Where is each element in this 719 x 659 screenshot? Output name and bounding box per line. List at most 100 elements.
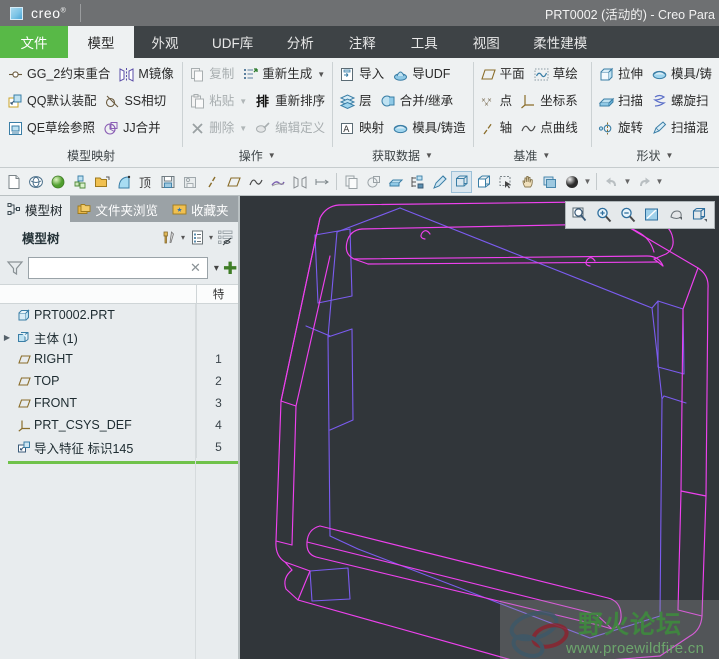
tree-filter-toggle-button[interactable] [217,229,234,246]
ribbon-item-coordinate-system[interactable]: 坐标系 [517,89,581,113]
ribbon-item-revolve[interactable]: 旋转 [595,116,646,140]
tab-udf-library[interactable]: UDF库 [196,26,269,58]
ribbon-group-label[interactable]: 操作 ▼ [186,146,328,167]
ribbon-item-mirror[interactable]: M镜像 [115,62,176,86]
merge2-icon[interactable] [363,171,384,193]
ribbon-item-extrude[interactable]: 拉伸 [595,62,646,86]
chevron-down-icon[interactable]: ▼ [664,151,674,160]
chevron-down-icon[interactable]: ▼ [237,124,247,133]
undo-icon[interactable] [601,171,622,193]
wireframe-icon[interactable] [451,170,472,193]
tree-item-datum-front[interactable]: FRONT 3 [0,392,240,414]
nav-tab-folder-browser[interactable]: 文件夹浏览 [70,196,166,222]
ribbon-item-datum-plane[interactable]: 平面 [477,62,528,86]
ribbon-item-merge[interactable]: JJ合并 [100,116,164,140]
display-style-icon[interactable] [689,204,711,226]
ribbon-group-label[interactable]: 获取数据 ▼ [336,146,469,167]
tree-settings-button[interactable]: ▾ [161,229,185,246]
tab-appearance[interactable]: 外观 [134,26,196,58]
ribbon-item-delete[interactable]: 删除 ▼ [186,116,250,140]
refit-icon[interactable] [641,204,663,226]
point-display-icon[interactable] [267,171,288,193]
shading-sphere-icon[interactable] [561,171,582,193]
tree-item-import-feature[interactable]: 导入特征 标识145 5 [0,436,240,458]
ribbon-item-edit-definition[interactable]: 编辑定义 [252,116,328,140]
tab-file[interactable]: 文件 [0,26,68,58]
tree-item-body[interactable]: ▶ 主体 (1) [0,326,240,348]
open-folder-icon[interactable] [91,171,112,193]
layer-tree-icon[interactable] [407,171,428,193]
tab-view[interactable]: 视图 [455,26,517,58]
tree-item-datum-top[interactable]: TOP 2 [0,370,240,392]
nav-tab-model-tree[interactable]: 模型树 [0,196,70,222]
tab-tools[interactable]: 工具 [393,26,455,58]
tab-flexible-modeling[interactable]: 柔性建模 [517,26,603,58]
ribbon-item-udf[interactable]: 导UDF [389,62,453,86]
chevron-down-icon[interactable]: ▾ [212,263,219,274]
graphics-viewport[interactable]: 野火论坛 www.proewildfire.cn [240,196,719,659]
tree-item-datum-right[interactable]: RIGHT 1 [0,348,240,370]
ribbon-item-sketch[interactable]: 草绘 [530,62,581,86]
shade-surface-icon[interactable] [113,171,134,193]
ribbon-item-tangent[interactable]: SS相切 [101,89,169,113]
shading-style-icon[interactable] [665,204,687,226]
nav-tab-favorites[interactable]: 收藏夹 [165,196,236,222]
zoom-in-icon[interactable] [593,204,615,226]
tab-annotation[interactable]: 注释 [331,26,393,58]
ribbon-item-curve-through-points[interactable]: 点曲线 [517,116,581,140]
ribbon-item-paste[interactable]: 粘贴 ▼ [186,89,250,113]
appearance-brush-icon[interactable] [429,171,450,193]
chevron-down-icon[interactable]: ▼ [266,151,276,160]
axis-display-icon[interactable] [201,171,222,193]
ribbon-item-regenerate[interactable]: 重新生成 ▼ [239,62,328,86]
chevron-down-icon[interactable]: ▼ [583,177,592,186]
ribbon-item-sketch-reference[interactable]: QE草绘参照 [4,116,98,140]
tree-display-button[interactable]: ▾ [189,229,213,246]
copy2-icon[interactable] [341,171,362,193]
ribbon-item-datum-point[interactable]: × × × 点 [477,89,516,113]
chevron-down-icon[interactable]: ▼ [423,151,433,160]
curve-display-icon[interactable] [245,171,266,193]
open-session-icon[interactable] [25,171,46,193]
plane-display-icon[interactable] [223,171,244,193]
zoom-out-icon[interactable] [617,204,639,226]
chevron-down-icon[interactable]: ▼ [237,97,247,106]
chevron-down-icon[interactable]: ▼ [540,151,550,160]
save-icon[interactable] [157,171,178,193]
ribbon-item-layer[interactable]: 层 [336,89,375,113]
sphere-green-icon[interactable] [47,171,68,193]
sweep2-icon[interactable] [385,171,406,193]
chevron-down-icon[interactable]: ▼ [655,177,664,186]
zoom-region-icon[interactable] [569,204,591,226]
csys-display-icon[interactable] [289,171,310,193]
ribbon-group-label[interactable]: 基准 ▼ [477,146,587,167]
tree-twisty[interactable]: ▶ [0,333,14,342]
ribbon-item-default-assembly[interactable]: QQ默认装配 [4,89,99,113]
ribbon-item-helical-sweep[interactable]: 螺旋扫 [648,89,712,113]
ribbon-item-mold-cast2[interactable]: 模具/铸 [648,62,715,86]
tree-item-part[interactable]: PRT0002.PRT [0,304,240,326]
layers-icon[interactable] [539,171,560,193]
ribbon-item-datum-axis[interactable]: 轴 [477,116,516,140]
ribbon-item-merge-inherit[interactable]: 合并/继承 [377,89,456,113]
ribbon-item-mapping[interactable]: A 映射 [336,116,387,140]
ribbon-item-swept-blend[interactable]: 扫描混 [648,116,712,140]
ribbon-item-copy[interactable]: 复制 [186,62,237,86]
top-view-icon[interactable]: 顶 [135,171,156,193]
clear-x-icon[interactable]: ✕ [188,260,203,276]
ribbon-item-coincident-constraint[interactable]: GG_2约束重合 [4,62,113,86]
plus-icon[interactable]: ✚ [223,260,237,277]
ribbon-item-reorder[interactable]: 排 重新排序 [252,89,328,113]
ribbon-item-import[interactable]: 导入 [336,62,387,86]
tree-filter-input-wrapper[interactable]: ✕ [28,257,208,279]
select-box-icon[interactable] [495,171,516,193]
pan-hand-icon[interactable] [517,171,538,193]
ribbon-item-mold-cast[interactable]: 模具/铸造 [389,116,468,140]
new-file-icon[interactable] [3,171,24,193]
chevron-down-icon[interactable]: ▾ [179,233,185,242]
redo-icon[interactable] [633,171,654,193]
save-as-icon[interactable] [179,171,200,193]
chevron-down-icon[interactable]: ▼ [623,177,632,186]
dimension-display-icon[interactable] [311,171,332,193]
tree-item-csys[interactable]: PRT_CSYS_DEF 4 [0,414,240,436]
